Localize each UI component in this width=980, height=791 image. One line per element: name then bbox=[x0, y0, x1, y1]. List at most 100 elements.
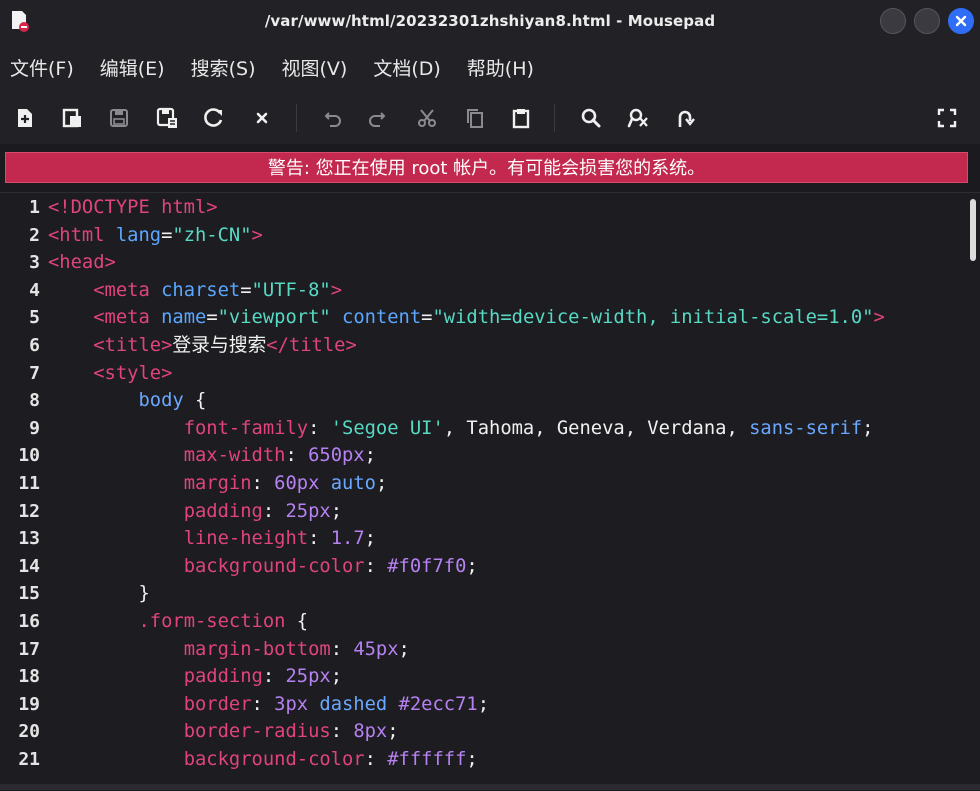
new-document-button[interactable] bbox=[12, 105, 38, 131]
reload-icon bbox=[204, 108, 223, 127]
code-token: > bbox=[330, 279, 343, 301]
undo-button[interactable] bbox=[320, 105, 346, 131]
line-number: 14 bbox=[18, 555, 40, 577]
code-token: <meta bbox=[93, 279, 162, 301]
minimize-button[interactable] bbox=[880, 8, 906, 34]
search-icon bbox=[581, 108, 601, 128]
toolbar-separator bbox=[296, 104, 297, 132]
code-token: ; bbox=[364, 445, 376, 467]
code-token: <head> bbox=[48, 252, 116, 274]
line-number-gutter: 1 2 3 4 5 6 7 8 9 10 11 12 13 14 15 16 17 18 19 20 21 bbox=[0, 193, 42, 791]
close-tab-icon bbox=[256, 112, 268, 124]
code-token: <style> bbox=[93, 362, 173, 384]
code-line: <html lang="zh-CN"> bbox=[48, 222, 263, 250]
goto-line-button[interactable] bbox=[672, 105, 698, 131]
replace-icon bbox=[627, 108, 648, 128]
code-token: ; bbox=[398, 638, 410, 660]
code-token: ; bbox=[330, 500, 343, 522]
code-token: = bbox=[240, 279, 252, 301]
code-token: #f0f7f0 bbox=[387, 555, 467, 577]
cut-icon bbox=[418, 109, 436, 127]
code-token: 25px bbox=[285, 666, 331, 688]
paste-button[interactable] bbox=[508, 105, 534, 131]
code-token: > bbox=[251, 224, 263, 246]
menu-search[interactable]: 搜索(S) bbox=[191, 54, 256, 81]
code-token: content bbox=[342, 307, 422, 329]
code-token: 登录与搜索 bbox=[172, 335, 267, 356]
close-window-button[interactable] bbox=[948, 8, 974, 34]
code-token: 3px bbox=[274, 693, 320, 715]
bottom-edge bbox=[0, 784, 980, 790]
search-button[interactable] bbox=[578, 105, 604, 131]
code-token: #ffffff bbox=[387, 749, 467, 770]
menu-document[interactable]: 文档(D) bbox=[373, 54, 440, 81]
code-token: : bbox=[308, 417, 331, 439]
code-token: ; bbox=[466, 749, 478, 770]
code-token: auto bbox=[330, 473, 376, 494]
paste-icon bbox=[512, 109, 530, 129]
redo-icon bbox=[369, 112, 386, 127]
line-number: 18 bbox=[18, 666, 40, 688]
code-token: background-color bbox=[183, 555, 365, 577]
menu-view[interactable]: 视图(V) bbox=[282, 54, 348, 81]
code-line: padding: 25px; bbox=[48, 663, 342, 691]
code-token: : bbox=[285, 445, 309, 467]
code-token: sans-serif bbox=[749, 417, 863, 439]
code-token: > bbox=[873, 307, 885, 329]
line-number: 3 bbox=[29, 252, 40, 274]
code-token: 'Segoe UI' bbox=[330, 417, 444, 439]
code-token: #2ecc71 bbox=[398, 693, 478, 715]
maximize-button[interactable] bbox=[914, 8, 940, 34]
code-line: <meta charset="UTF-8"> bbox=[48, 277, 342, 305]
code-line: border: 3px dashed #2ecc71; bbox=[48, 691, 489, 719]
code-line: font-family: 'Segoe UI', Tahoma, Geneva,… bbox=[48, 415, 874, 443]
title-bar: /var/www/html/20232301zhshiyan8.html - M… bbox=[0, 0, 980, 42]
code-token: .form-section bbox=[138, 611, 286, 632]
menu-edit[interactable]: 编辑(E) bbox=[100, 54, 165, 81]
new-window-icon bbox=[62, 108, 81, 128]
code-line: margin: 60px auto; bbox=[48, 470, 388, 498]
code-line: background-color: #f0f7f0; bbox=[48, 553, 478, 581]
close-tab-button[interactable] bbox=[249, 105, 275, 131]
code-token: padding bbox=[183, 666, 263, 688]
replace-button[interactable] bbox=[626, 105, 652, 131]
menu-help[interactable]: 帮助(H) bbox=[467, 54, 534, 81]
save-button[interactable] bbox=[106, 105, 132, 131]
line-number: 9 bbox=[29, 417, 40, 439]
code-line: background-color: #ffffff; bbox=[48, 746, 478, 774]
code-line: <head> bbox=[48, 249, 116, 277]
line-number: 4 bbox=[29, 279, 40, 301]
reload-button[interactable] bbox=[201, 105, 227, 131]
code-token: 1.7 bbox=[330, 528, 365, 550]
code-token: margin-bottom bbox=[183, 638, 331, 660]
code-token: margin bbox=[183, 473, 252, 494]
text-editor[interactable]: 1 2 3 4 5 6 7 8 9 10 11 12 13 14 15 16 17 18 19 20 21 <!DOCT… bbox=[0, 192, 980, 791]
new-window-button[interactable] bbox=[59, 105, 85, 131]
vertical-scrollbar[interactable] bbox=[970, 199, 976, 261]
goto-line-icon bbox=[678, 110, 695, 127]
code-token: : bbox=[262, 666, 286, 688]
undo-icon bbox=[324, 112, 341, 127]
line-number: 20 bbox=[18, 721, 40, 743]
copy-button[interactable] bbox=[462, 105, 488, 131]
save-as-button[interactable] bbox=[154, 105, 180, 131]
redo-button[interactable] bbox=[364, 105, 390, 131]
code-token: 45px bbox=[353, 638, 399, 660]
code-line: <!DOCTYPE html> bbox=[48, 194, 218, 222]
code-token: max-width bbox=[183, 445, 286, 467]
copy-icon bbox=[467, 109, 483, 128]
code-token: 8px bbox=[353, 721, 388, 743]
code-token: background-color bbox=[183, 749, 365, 770]
line-number: 16 bbox=[18, 611, 40, 632]
code-token: "viewport" bbox=[217, 307, 343, 329]
code-line: <title>登录与搜索</title> bbox=[48, 332, 357, 360]
menu-file[interactable]: 文件(F) bbox=[10, 54, 74, 81]
cut-button[interactable] bbox=[414, 105, 440, 131]
fullscreen-button[interactable] bbox=[934, 105, 960, 131]
window-title: /var/www/html/20232301zhshiyan8.html - M… bbox=[264, 12, 716, 30]
line-number: 10 bbox=[18, 445, 40, 467]
